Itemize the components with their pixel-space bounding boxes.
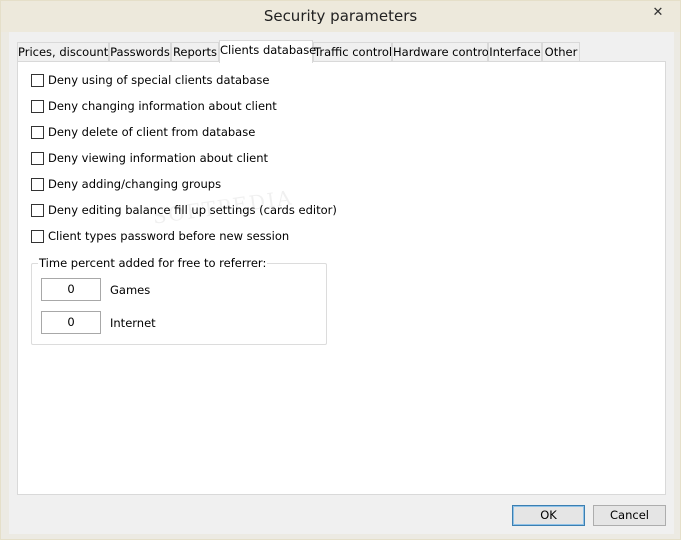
- checkbox-label: Deny viewing information about client: [48, 151, 269, 165]
- window-title: Security parameters: [263, 7, 418, 25]
- close-icon[interactable]: ✕: [641, 2, 675, 22]
- checkbox-client-types-password[interactable]: Client types password before new session: [31, 228, 289, 244]
- checkbox-label: Client types password before new session: [48, 229, 290, 243]
- checkbox-deny-changing-info[interactable]: Deny changing information about client: [31, 98, 277, 114]
- tab-other[interactable]: Other: [542, 42, 580, 62]
- checkbox-box[interactable]: [31, 229, 44, 243]
- games-percent-input[interactable]: 0: [41, 278, 101, 301]
- checkbox-label: Deny using of special clients database: [48, 73, 270, 87]
- checkbox-box[interactable]: [31, 125, 44, 139]
- checkbox-label: Deny delete of client from database: [48, 125, 256, 139]
- clients-database-panel: SOFTPEDIA Deny using of special clients …: [17, 61, 666, 495]
- checkbox-box[interactable]: [31, 151, 44, 165]
- checkbox-deny-delete-client[interactable]: Deny delete of client from database: [31, 124, 255, 140]
- games-label: Games: [110, 283, 151, 297]
- ok-button[interactable]: OK: [512, 505, 585, 526]
- checkbox-deny-viewing-info[interactable]: Deny viewing information about client: [31, 150, 268, 166]
- cancel-button[interactable]: Cancel: [593, 505, 666, 526]
- tab-traffic-control[interactable]: Traffic control: [313, 42, 392, 62]
- checkbox-label: Deny adding/changing groups: [48, 177, 222, 191]
- tab-prices-discounts[interactable]: Prices, discounts: [17, 42, 114, 62]
- title-bar[interactable]: Security parameters ✕: [1, 1, 680, 32]
- checkbox-box[interactable]: [31, 177, 44, 191]
- security-parameters-window: Security parameters ✕ Prices, discounts …: [0, 0, 681, 540]
- tab-interface[interactable]: Interface: [488, 42, 542, 62]
- checkbox-box[interactable]: [31, 203, 44, 217]
- checkbox-label: Deny changing information about client: [48, 99, 277, 113]
- referrer-time-group: Time percent added for free to referrer:…: [31, 256, 327, 345]
- checkbox-box[interactable]: [31, 73, 44, 87]
- dialog-client-area: Prices, discounts Passwords Reports Clie…: [9, 32, 674, 534]
- checkbox-label: Deny editing balance fill up settings (c…: [48, 203, 337, 217]
- internet-label: Internet: [110, 316, 156, 330]
- checkbox-deny-special-db[interactable]: Deny using of special clients database: [31, 72, 269, 88]
- checkbox-box[interactable]: [31, 99, 44, 113]
- tab-hardware-control[interactable]: Hardware control: [392, 42, 492, 62]
- tab-passwords[interactable]: Passwords: [109, 42, 171, 62]
- internet-percent-input[interactable]: 0: [41, 311, 101, 334]
- group-legend: Time percent added for free to referrer:: [38, 256, 268, 270]
- checkbox-deny-editing-balance[interactable]: Deny editing balance fill up settings (c…: [31, 202, 337, 218]
- tab-reports[interactable]: Reports: [171, 42, 219, 62]
- checkbox-deny-adding-groups[interactable]: Deny adding/changing groups: [31, 176, 221, 192]
- tab-clients-database[interactable]: Clients database: [219, 40, 316, 63]
